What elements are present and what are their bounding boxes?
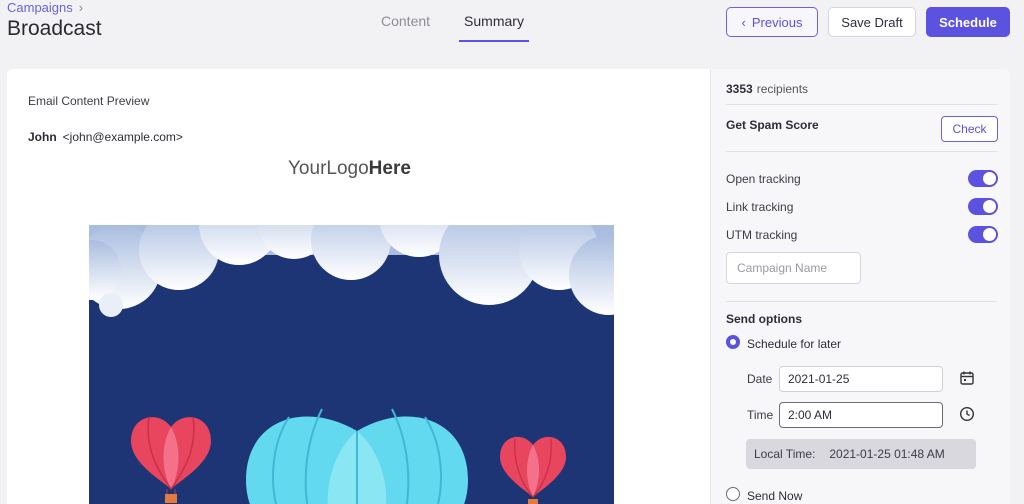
local-time-label: Local Time: [754, 447, 816, 461]
send-now-label: Send Now [747, 489, 803, 503]
campaign-name-input[interactable] [726, 252, 861, 284]
breadcrumb-campaigns-link[interactable]: Campaigns [7, 0, 73, 15]
divider [726, 301, 997, 302]
schedule-button[interactable]: Schedule [926, 7, 1010, 37]
email-preview-panel: Email Content Preview John <john@example.… [7, 69, 710, 504]
tab-bar: Content Summary [381, 13, 529, 42]
hot-air-balloon-illustration [89, 195, 614, 504]
schedule-later-radio[interactable] [726, 335, 740, 349]
sender-line: John <john@example.com> [28, 130, 183, 144]
save-draft-button[interactable]: Save Draft [828, 7, 916, 37]
recipients-summary: 3353 recipients [726, 82, 808, 96]
utm-tracking-label: UTM tracking [726, 228, 798, 242]
tab-content[interactable]: Content [381, 13, 459, 42]
local-time-value: 2021-01-25 01:48 AM [829, 447, 945, 461]
previous-button[interactable]: ‹ Previous [726, 7, 818, 37]
preview-heading: Email Content Preview [28, 94, 150, 108]
utm-tracking-toggle[interactable] [968, 226, 998, 243]
sender-email: <john@example.com> [62, 130, 183, 144]
date-label: Date [747, 372, 773, 386]
logo-bold-text: Here [368, 158, 411, 179]
local-time-readout: Local Time: 2021-01-25 01:48 AM [746, 439, 976, 469]
open-tracking-toggle[interactable] [968, 170, 998, 187]
logo-regular-text: YourLogo [288, 158, 369, 179]
chevron-right-icon: › [78, 0, 84, 15]
open-tracking-label: Open tracking [726, 172, 801, 186]
chevron-left-icon: ‹ [741, 14, 746, 30]
page-title: Broadcast [7, 17, 102, 40]
time-field[interactable] [779, 402, 943, 428]
date-field[interactable] [779, 366, 943, 392]
recipients-label: recipients [756, 82, 809, 96]
clock-icon[interactable] [959, 406, 975, 422]
send-options-heading: Send options [726, 312, 802, 326]
link-tracking-toggle[interactable] [968, 198, 998, 215]
email-logo: YourLogoHere [288, 158, 411, 180]
calendar-icon[interactable] [959, 370, 975, 386]
check-spam-button[interactable]: Check [941, 116, 998, 142]
spam-score-label: Get Spam Score [726, 118, 819, 132]
previous-button-label: Previous [751, 14, 803, 30]
divider [726, 151, 997, 152]
recipients-count: 3353 [726, 82, 753, 96]
summary-sidebar: 3353 recipients Get Spam Score Check Open… [710, 69, 1010, 504]
divider [726, 104, 997, 105]
schedule-later-label: Schedule for later [747, 337, 842, 351]
time-label: Time [747, 408, 774, 422]
link-tracking-label: Link tracking [726, 200, 794, 214]
tab-summary[interactable]: Summary [459, 13, 529, 42]
sender-name: John [28, 130, 57, 144]
send-now-radio[interactable] [726, 487, 740, 501]
breadcrumb: Campaigns › [7, 0, 83, 15]
